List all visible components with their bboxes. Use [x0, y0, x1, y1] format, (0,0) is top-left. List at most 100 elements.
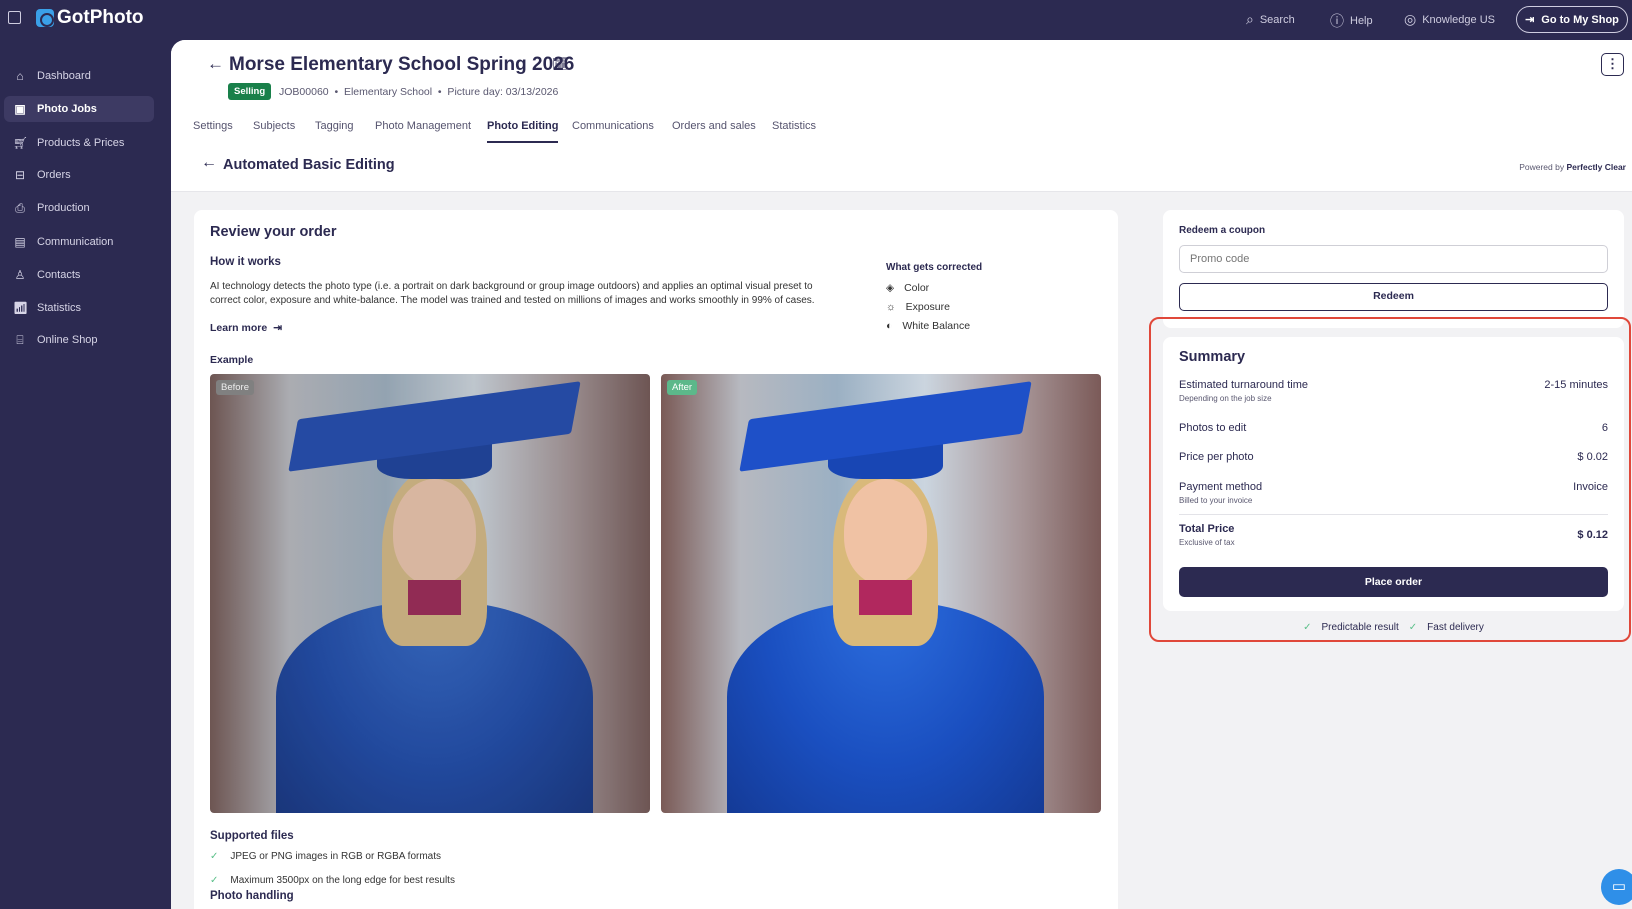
- row-value: 6: [1601, 422, 1608, 434]
- coupon-title: Redeem a coupon: [1179, 225, 1266, 236]
- check-icon: ✓: [210, 851, 219, 862]
- tab-photo-editing[interactable]: Photo Editing: [487, 120, 559, 143]
- corrected-label: Color: [904, 282, 930, 294]
- review-title: Review your order: [210, 224, 337, 240]
- sidebar-item-label: Dashboard: [37, 70, 91, 82]
- chat-support-button[interactable]: ▭: [1601, 869, 1632, 905]
- benefit-text: Predictable result: [1321, 622, 1399, 633]
- summary-title: Summary: [1179, 349, 1246, 365]
- search-button[interactable]: ⌕ Search: [1246, 11, 1295, 28]
- tab-statistics[interactable]: Statistics: [772, 120, 816, 141]
- redeem-button[interactable]: Redeem: [1179, 283, 1608, 311]
- promo-code-input[interactable]: [1179, 245, 1608, 273]
- user-circle-icon: ◎: [1404, 11, 1417, 27]
- sidebar-item-production[interactable]: ⎙ Production: [4, 195, 154, 221]
- sidebar-item-communication[interactable]: ▤ Communication: [4, 229, 154, 255]
- tab-settings[interactable]: Settings: [193, 120, 233, 141]
- message-icon: ▤: [14, 235, 26, 249]
- sidebar-item-label: Products & Prices: [37, 137, 125, 149]
- row-value: 2-15 minutes: [1544, 379, 1608, 391]
- go-to-shop-button[interactable]: ⇥ Go to My Shop: [1516, 6, 1628, 33]
- corrected-item-color: ◈ Color: [886, 282, 929, 294]
- corrected-title: What gets corrected: [886, 262, 983, 273]
- help-button[interactable]: ⓘ Help: [1330, 11, 1373, 31]
- knowledge-label: Knowledge US: [1422, 13, 1495, 26]
- after-image: After: [661, 374, 1101, 813]
- logo[interactable]: GotPhoto: [36, 7, 144, 29]
- tab-subjects[interactable]: Subjects: [253, 120, 295, 141]
- example-title: Example: [210, 354, 254, 366]
- check-icon: ✓: [210, 875, 219, 886]
- sidebar-item-label: Photo Jobs: [37, 103, 97, 115]
- supported-item: ✓ Maximum 3500px on the long edge for bes…: [210, 875, 455, 886]
- tab-tagging[interactable]: Tagging: [315, 120, 354, 141]
- chart-icon: 📶︎: [13, 301, 29, 315]
- shop-label: Go to My Shop: [1541, 13, 1619, 26]
- sidebar-item-online-shop[interactable]: ⌸ Online Shop: [4, 327, 154, 353]
- learn-more-link[interactable]: Learn more ⇥: [210, 322, 282, 334]
- knowledge-button[interactable]: ◎ Knowledge US: [1404, 11, 1495, 28]
- before-image: Before: [210, 374, 650, 813]
- face: [843, 479, 928, 585]
- turnaround-row: Estimated turnaround time Depending on th…: [1179, 379, 1608, 403]
- exit-icon: ⇥: [1525, 14, 1535, 26]
- cart-icon: 🛒︎: [13, 136, 29, 150]
- face: [392, 479, 477, 585]
- total-value: $ 0.12: [1577, 529, 1608, 541]
- back-arrow-icon[interactable]: ←: [207, 54, 224, 74]
- corrected-label: White Balance: [902, 320, 971, 332]
- back-arrow-icon[interactable]: ←: [201, 154, 217, 172]
- tab-communications[interactable]: Communications: [572, 120, 654, 141]
- job-meta: JOB00060 • Elementary School • Picture d…: [279, 86, 559, 98]
- sidebar-item-orders[interactable]: ⊟ Orders: [4, 162, 154, 188]
- powered-by: Powered by Perfectly Clear: [1519, 162, 1626, 172]
- powered-brand[interactable]: Perfectly Clear: [1566, 162, 1626, 172]
- sun-icon: ☼: [886, 301, 896, 313]
- tab-photo-management[interactable]: Photo Management: [375, 120, 471, 141]
- home-icon: ⌂: [16, 69, 24, 83]
- row-label: Total Price: [1179, 523, 1235, 535]
- sidebar-item-label: Statistics: [37, 302, 82, 314]
- check-icon: ✓: [1303, 622, 1312, 633]
- tab-orders-and-sales[interactable]: Orders and sales: [672, 120, 756, 141]
- row-label: Photos to edit: [1179, 422, 1247, 434]
- logo-icon: [36, 9, 54, 27]
- store-icon: ⌸: [16, 332, 24, 347]
- job-header: ← Morse Elementary School Spring 2026 🗓︎…: [171, 40, 1632, 192]
- image-icon: ▣: [14, 102, 26, 116]
- top-bar: GotPhoto ⌕ Search ⓘ Help ◎ Knowledge US ⇥ Go…: [0, 0, 1632, 40]
- status-badge: Selling: [228, 83, 272, 100]
- page-title: Morse Elementary School Spring 2026: [229, 54, 575, 75]
- sidebar-item-photo-jobs[interactable]: ▣ Photo Jobs: [4, 96, 154, 122]
- place-order-button[interactable]: Place order: [1179, 567, 1608, 597]
- price-row: Price per photo $ 0.02: [1179, 451, 1608, 463]
- check-icon: ✓: [1408, 622, 1418, 633]
- sidebar-item-dashboard[interactable]: ⌂ Dashboard: [4, 63, 154, 89]
- person-icon: ♙: [14, 268, 26, 282]
- sidebar-item-products[interactable]: 🛒︎ Products & Prices: [4, 130, 154, 156]
- total-row: Total Price Exclusive of tax $ 0.12: [1179, 523, 1608, 547]
- calendar-icon[interactable]: 🗓︎: [552, 56, 569, 72]
- search-label: Search: [1259, 13, 1295, 26]
- info-icon: ⓘ: [1330, 13, 1344, 29]
- sidebar-item-label: Production: [37, 202, 90, 214]
- divider: [1179, 514, 1608, 515]
- supported-files-title: Supported files: [210, 830, 294, 842]
- row-label: Price per photo: [1179, 451, 1254, 463]
- row-value: Invoice: [1573, 481, 1608, 493]
- paint-bucket-icon: ◈: [886, 282, 895, 294]
- sidebar-toggle-icon[interactable]: [8, 11, 21, 24]
- more-options-button[interactable]: ⋮: [1601, 53, 1624, 76]
- corrected-item-white-balance: ◐ White Balance: [886, 320, 970, 332]
- row-sub: Exclusive of tax: [1179, 538, 1235, 547]
- sidebar-item-contacts[interactable]: ♙ Contacts: [4, 262, 154, 288]
- sidebar-item-label: Communication: [37, 236, 114, 248]
- learn-more-label: Learn more: [210, 322, 268, 334]
- search-icon: ⌕: [1246, 11, 1254, 27]
- powered-prefix: Powered by: [1519, 162, 1567, 172]
- row-value: $ 0.02: [1577, 451, 1608, 463]
- external-link-icon: ⇥: [273, 322, 282, 334]
- review-order-card: Review your order How it works AI techno…: [194, 210, 1118, 909]
- payment-row: Payment method Billed to your invoice Invo…: [1179, 481, 1608, 505]
- sidebar-item-statistics[interactable]: 📶︎ Statistics: [4, 295, 154, 321]
